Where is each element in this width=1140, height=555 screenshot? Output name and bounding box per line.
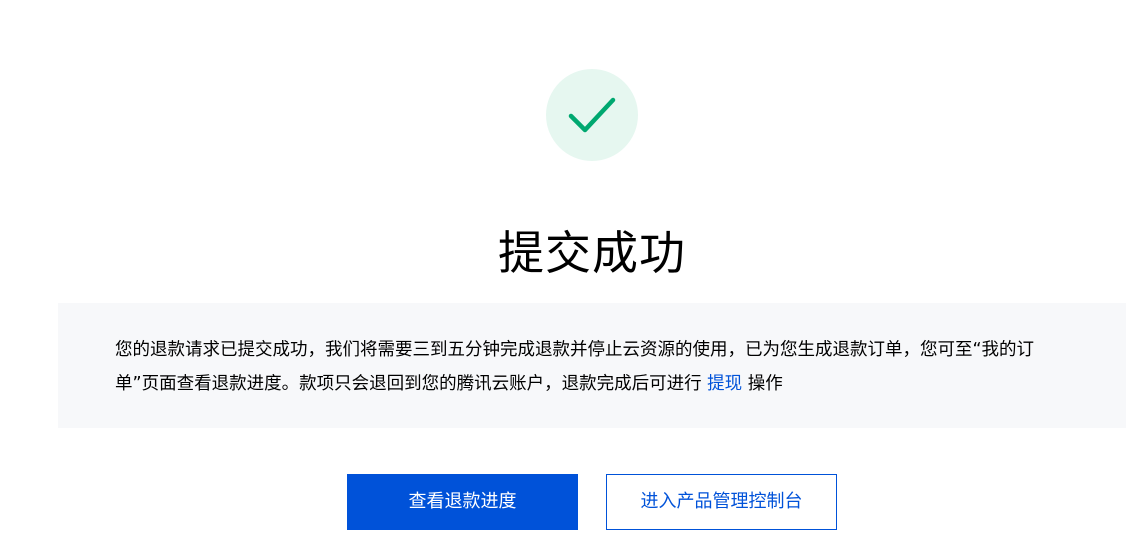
notice-panel: 您的退款请求已提交成功，我们将需要三到五分钟完成退款并停止云资源的使用，已为您生…: [58, 303, 1126, 428]
view-refund-progress-button[interactable]: 查看退款进度: [347, 474, 578, 530]
success-status: [546, 69, 638, 161]
page-title: 提交成功: [498, 225, 686, 280]
check-icon: [568, 97, 616, 133]
open-console-button[interactable]: 进入产品管理控制台: [606, 474, 837, 530]
notice-message: 您的退款请求已提交成功，我们将需要三到五分钟完成退款并停止云资源的使用，已为您生…: [115, 333, 1065, 401]
refund-success-page: 提交成功 您的退款请求已提交成功，我们将需要三到五分钟完成退款并停止云资源的使用…: [0, 0, 1140, 555]
withdraw-link[interactable]: 提现: [707, 374, 742, 394]
notice-text-main: 您的退款请求已提交成功，我们将需要三到五分钟完成退款并停止云资源的使用，已为您生…: [115, 340, 1035, 394]
notice-text-tail: 操作: [742, 374, 783, 394]
